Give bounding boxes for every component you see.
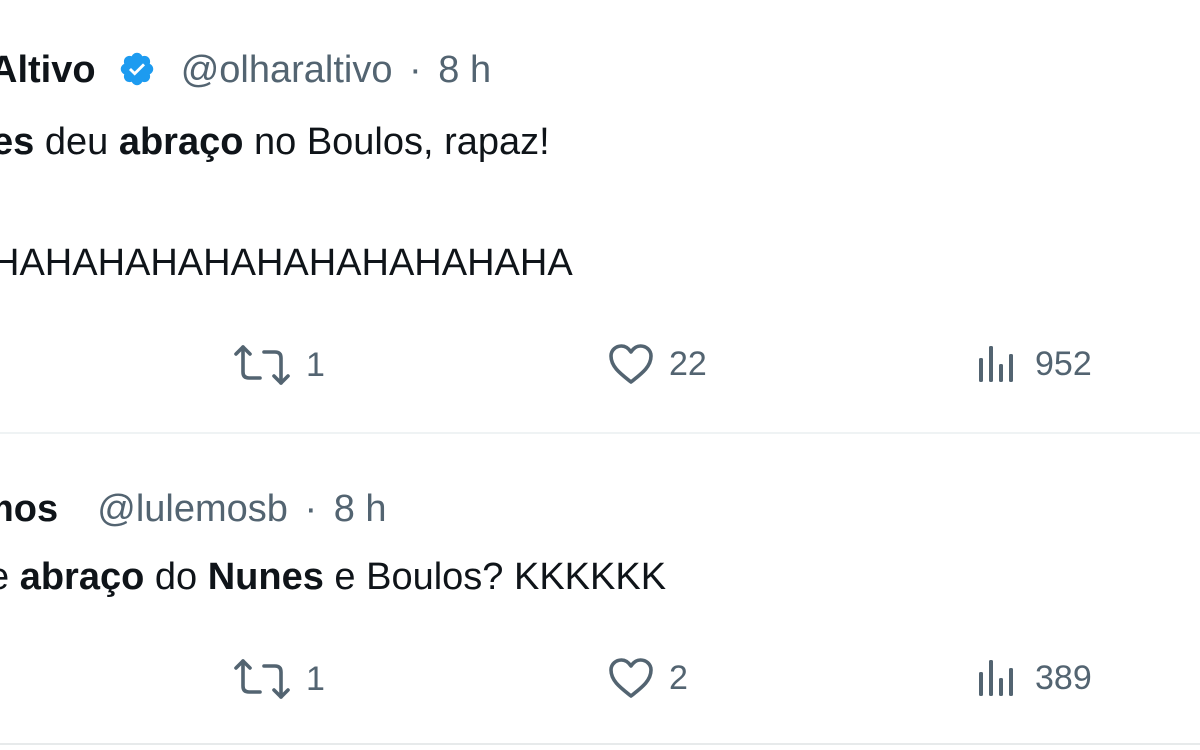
like-button[interactable]: 2: [607, 656, 688, 700]
like-button[interactable]: 22: [607, 342, 707, 386]
tweet[interactable]: Altivo @olharaltivo · 8 h es deu abraço …: [0, 0, 1200, 432]
like-count: 2: [669, 658, 688, 697]
retweet-button[interactable]: 1: [232, 342, 325, 388]
text-segment: abraço: [19, 556, 145, 598]
author-name[interactable]: mos: [0, 488, 58, 530]
retweet-count: 1: [306, 659, 325, 698]
author-handle[interactable]: @olharaltivo: [181, 49, 393, 91]
text-segment: e: [0, 556, 20, 598]
separator-dot: ·: [304, 488, 318, 530]
text-segment: abraço: [118, 121, 244, 163]
retweet-count: 1: [306, 345, 325, 384]
verified-badge-icon: [118, 50, 156, 98]
views-button[interactable]: 952: [975, 342, 1092, 386]
timeline: Altivo @olharaltivo · 8 h es deu abraço …: [0, 0, 1200, 750]
heart-icon: [607, 342, 655, 386]
tweet-text-line: e abraço do Nunes e Boulos? KKKKKK: [0, 555, 666, 599]
tweet[interactable]: mos @lulemosb · 8 h e abraço do Nunes e …: [0, 434, 1200, 750]
tweet-divider: [0, 743, 1200, 745]
retweet-icon: [232, 342, 292, 388]
tweet-text-line: HAHAHAHAHAHAHAHAHAHAHA: [0, 242, 573, 284]
text-segment: deu: [34, 121, 119, 163]
tweet-header: Altivo @olharaltivo · 8 h: [0, 48, 491, 98]
tweet-header: mos @lulemosb · 8 h: [0, 487, 387, 531]
retweet-button[interactable]: 1: [232, 656, 325, 702]
tweet-timestamp[interactable]: 8 h: [334, 488, 387, 530]
text-segment: Nunes: [207, 556, 324, 598]
text-segment: es: [0, 121, 35, 163]
tweet-timestamp[interactable]: 8 h: [438, 49, 491, 91]
like-count: 22: [669, 344, 707, 383]
tweet-text-line: es deu abraço no Boulos, rapaz!: [0, 120, 550, 164]
text-segment: do: [144, 556, 208, 598]
text-segment: e Boulos? KKKKKK: [323, 556, 667, 598]
author-name[interactable]: Altivo: [0, 49, 96, 91]
heart-icon: [607, 656, 655, 700]
text-segment: no Boulos, rapaz!: [243, 121, 550, 163]
views-button[interactable]: 389: [975, 656, 1092, 700]
views-count: 389: [1035, 658, 1092, 697]
retweet-icon: [232, 656, 292, 702]
views-chart-icon: [975, 342, 1021, 386]
separator-dot: ·: [409, 49, 422, 91]
views-count: 952: [1035, 344, 1092, 383]
author-handle[interactable]: @lulemosb: [97, 488, 288, 530]
views-chart-icon: [975, 656, 1021, 700]
